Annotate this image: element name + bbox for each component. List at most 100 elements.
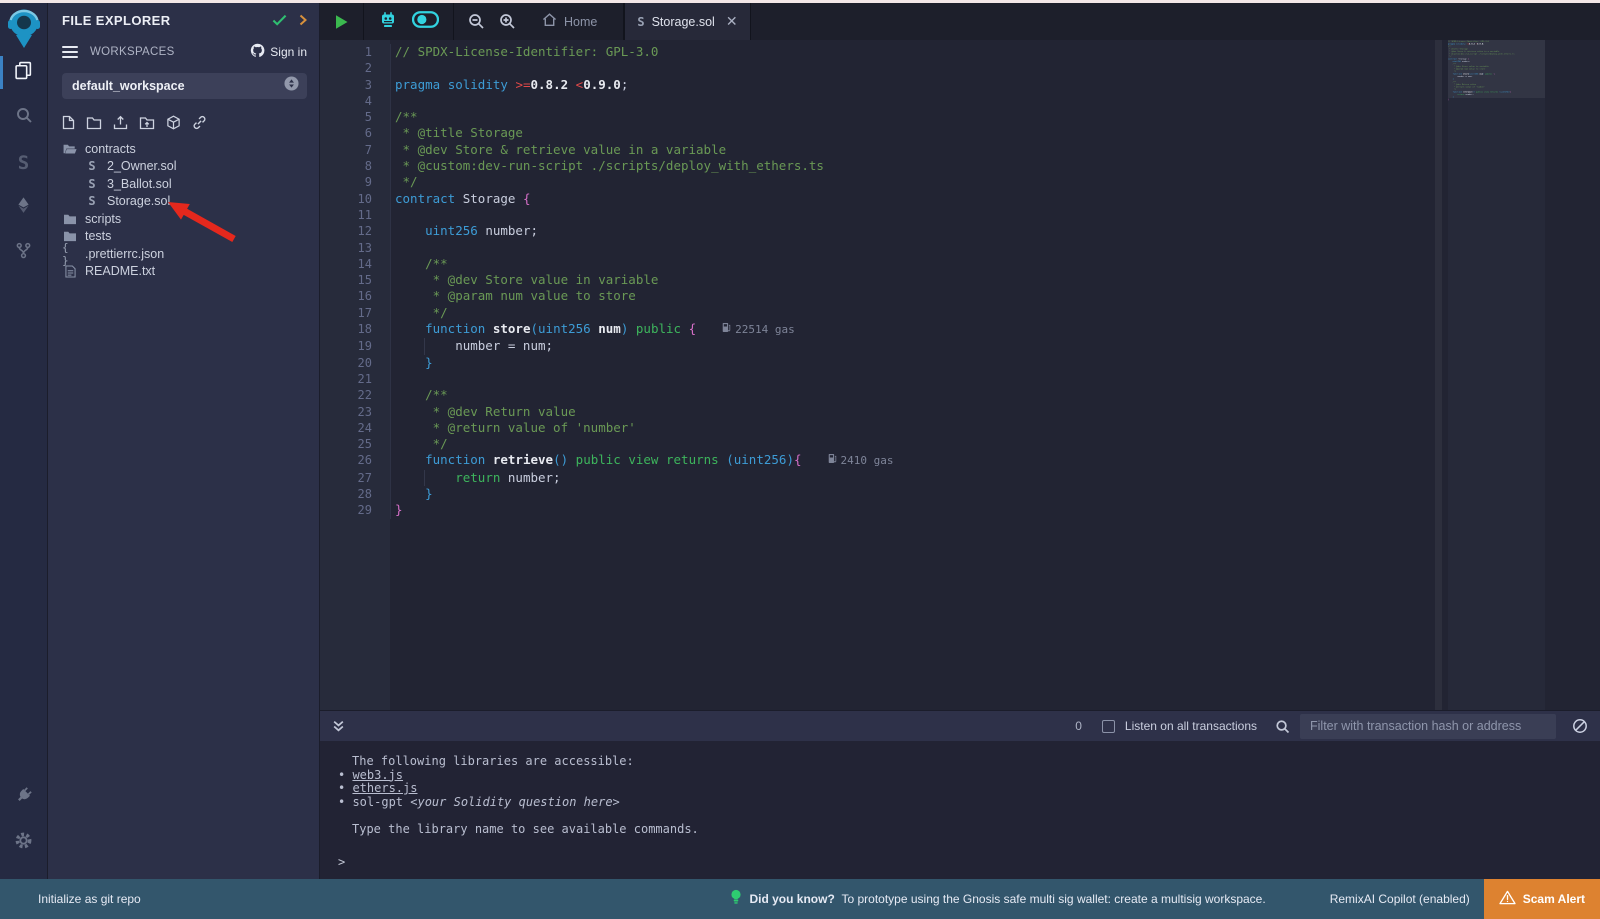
remix-ai-assistant-button[interactable] bbox=[378, 11, 398, 33]
sidebar-item-file-explorer[interactable] bbox=[0, 50, 48, 95]
file-name: contracts bbox=[85, 142, 136, 156]
code-line-15[interactable]: 15 * @dev Store value in variable bbox=[320, 272, 1600, 288]
file-explorer-panel: FILE EXPLORER WORKSPACES Sign in bbox=[48, 3, 320, 879]
tip-text: To prototype using the Gnosis safe multi… bbox=[841, 892, 1265, 906]
copilot-toggle[interactable] bbox=[412, 11, 439, 33]
solidity-icon: S bbox=[84, 177, 100, 191]
tab-label: Home bbox=[564, 15, 597, 29]
clear-console-icon[interactable] bbox=[1572, 718, 1588, 734]
upload-folder-icon[interactable] bbox=[139, 116, 155, 130]
code-line-1[interactable]: 1// SPDX-License-Identifier: GPL-3.0 bbox=[320, 44, 1600, 60]
workspace-selector[interactable]: default_workspace bbox=[62, 73, 307, 99]
remix-ide-window: S bbox=[0, 0, 1600, 919]
zoom-out-icon[interactable] bbox=[468, 13, 485, 30]
tree-item-contracts[interactable]: contracts bbox=[48, 140, 319, 158]
file-actions bbox=[48, 99, 319, 136]
code-line-8[interactable]: 8 * @custom:dev-run-script ./scripts/dep… bbox=[320, 158, 1600, 174]
code-line-19[interactable]: 19 number = num; bbox=[320, 338, 1600, 354]
sidebar-item-git[interactable] bbox=[0, 230, 48, 275]
upload-file-icon[interactable] bbox=[113, 115, 128, 130]
code-line-2[interactable]: 2 bbox=[320, 60, 1600, 76]
sign-in-button[interactable]: Sign in bbox=[250, 43, 307, 61]
code-line-17[interactable]: 17 */ bbox=[320, 305, 1600, 321]
panel-title: FILE EXPLORER bbox=[62, 13, 272, 28]
code-line-23[interactable]: 23 * @dev Return value bbox=[320, 404, 1600, 420]
code-line-28[interactable]: 28 } bbox=[320, 486, 1600, 502]
tree-item-storage-sol[interactable]: SStorage.sol bbox=[48, 193, 319, 211]
code-lines: 1// SPDX-License-Identifier: GPL-3.023pr… bbox=[320, 40, 1600, 710]
code-line-21[interactable]: 21 bbox=[320, 371, 1600, 387]
tree-item-2-owner-sol[interactable]: S2_Owner.sol bbox=[48, 158, 319, 176]
code-line-25[interactable]: 25 */ bbox=[320, 436, 1600, 452]
editor-scrollbar[interactable] bbox=[1435, 40, 1442, 710]
terminal-search-icon[interactable] bbox=[1275, 719, 1290, 734]
box-icon[interactable] bbox=[166, 115, 181, 130]
sidebar-item-solidity-compiler[interactable]: S bbox=[0, 140, 48, 185]
expand-terminal-icon[interactable] bbox=[332, 720, 345, 733]
github-icon bbox=[250, 43, 265, 61]
code-line-4[interactable]: 4 bbox=[320, 93, 1600, 109]
solidity-file-icon: S bbox=[637, 15, 644, 29]
code-line-3[interactable]: 3pragma solidity >=0.8.2 <0.9.0; bbox=[320, 77, 1600, 93]
line-number: 16 bbox=[320, 288, 372, 304]
tree-item-scripts[interactable]: scripts bbox=[48, 210, 319, 228]
code-line-6[interactable]: 6 * @title Storage bbox=[320, 125, 1600, 141]
code-line-9[interactable]: 9 */ bbox=[320, 174, 1600, 190]
code-line-24[interactable]: 24 * @return value of 'number' bbox=[320, 420, 1600, 436]
scam-alert-button[interactable]: Scam Alert bbox=[1484, 879, 1600, 919]
terminal-link[interactable]: web3.js bbox=[352, 768, 403, 782]
tree-item-readme-txt[interactable]: README.txt bbox=[48, 263, 319, 281]
code-editor[interactable]: 1// SPDX-License-Identifier: GPL-3.023pr… bbox=[320, 40, 1600, 710]
code-line-16[interactable]: 16 * @param num value to store bbox=[320, 288, 1600, 304]
gas-pump-icon bbox=[722, 322, 731, 338]
code-line-14[interactable]: 14 /** bbox=[320, 256, 1600, 272]
gas-estimate[interactable]: 2410 gas bbox=[828, 453, 894, 469]
new-folder-icon[interactable] bbox=[86, 116, 102, 130]
zoom-in-icon[interactable] bbox=[499, 13, 516, 30]
sidebar-item-plugin-manager[interactable] bbox=[0, 775, 48, 820]
tab-home[interactable]: Home bbox=[530, 13, 609, 30]
code-line-11[interactable]: 11 bbox=[320, 207, 1600, 223]
line-number: 20 bbox=[320, 355, 372, 371]
terminal-prompt[interactable]: > bbox=[338, 855, 345, 869]
transaction-filter-input[interactable] bbox=[1300, 714, 1556, 739]
tree-item-prettierrc-json[interactable]: { }.prettierrc.json bbox=[48, 245, 319, 263]
terminal-link[interactable]: ethers.js bbox=[352, 781, 417, 795]
code-line-12[interactable]: 12 uint256 number; bbox=[320, 223, 1600, 239]
terminal-line bbox=[338, 809, 1600, 823]
line-number: 12 bbox=[320, 223, 372, 239]
new-file-icon[interactable] bbox=[62, 115, 75, 130]
code-line-22[interactable]: 22 /** bbox=[320, 387, 1600, 403]
code-line-27[interactable]: 27 return number; bbox=[320, 470, 1600, 486]
tree-item-3-ballot-sol[interactable]: S3_Ballot.sol bbox=[48, 175, 319, 193]
code-line-13[interactable]: 13 bbox=[320, 240, 1600, 256]
code-line-5[interactable]: 5/** bbox=[320, 109, 1600, 125]
sidebar-item-deploy-run[interactable] bbox=[0, 185, 48, 230]
code-line-10[interactable]: 10contract Storage { bbox=[320, 191, 1600, 207]
code-line-18[interactable]: 18 function store(uint256 num) public {2… bbox=[320, 321, 1600, 338]
code-line-7[interactable]: 7 * @dev Store & retrieve value in a var… bbox=[320, 142, 1600, 158]
code-line-20[interactable]: 20 } bbox=[320, 355, 1600, 371]
link-icon[interactable] bbox=[192, 115, 207, 130]
sidebar-item-search[interactable] bbox=[0, 95, 48, 140]
line-number: 17 bbox=[320, 305, 372, 321]
git-init-status[interactable]: Initialize as git repo bbox=[0, 892, 730, 906]
code-line-29[interactable]: 29} bbox=[320, 502, 1600, 518]
tab-storage-sol[interactable]: S Storage.sol ✕ bbox=[624, 3, 750, 40]
gas-estimate[interactable]: 22514 gas bbox=[722, 322, 795, 338]
tree-item-tests[interactable]: tests bbox=[48, 228, 319, 246]
terminal-output[interactable]: The following libraries are accessible:•… bbox=[320, 741, 1600, 879]
remix-logo-icon[interactable] bbox=[4, 6, 44, 50]
file-name: scripts bbox=[85, 212, 121, 226]
close-tab-icon[interactable]: ✕ bbox=[726, 13, 738, 30]
run-script-button[interactable] bbox=[334, 14, 349, 30]
code-line-26[interactable]: 26 function retrieve() public view retur… bbox=[320, 452, 1600, 469]
workspace-menu-icon[interactable] bbox=[62, 46, 78, 58]
file-name: 2_Owner.sol bbox=[107, 159, 176, 173]
workspaces-label: WORKSPACES bbox=[90, 46, 250, 58]
collapse-panel-chevron-icon[interactable] bbox=[299, 14, 307, 26]
listen-transactions-checkbox[interactable] bbox=[1102, 720, 1115, 733]
sidebar-item-settings[interactable] bbox=[0, 820, 48, 865]
copilot-status[interactable]: RemixAI Copilot (enabled) bbox=[1330, 892, 1470, 906]
minimap[interactable]: // SPDX-License-Identifier: GPL-3.0pragm… bbox=[1448, 40, 1545, 710]
